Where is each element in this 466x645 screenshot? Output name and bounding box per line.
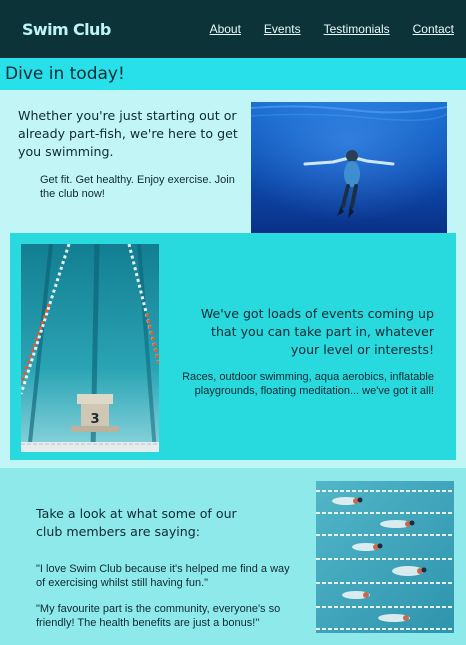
pool-lanes-photo: 3: [21, 244, 159, 452]
events-section: 3 We've got loads of events coming up th…: [0, 233, 466, 468]
nav-link-events[interactable]: Events: [264, 22, 301, 36]
intro-heading: Whether you're just starting out or alre…: [18, 108, 238, 159]
intro-text: Get fit. Get healthy. Enjoy exercise. Jo…: [40, 174, 235, 200]
testimonials-heading: Take a look at what some of our club mem…: [36, 506, 237, 539]
nav-link-contact[interactable]: Contact: [413, 22, 454, 36]
page-title: Dive in today!: [5, 64, 125, 84]
testimonial-quote: "My favourite part is the community, eve…: [36, 603, 281, 629]
diver-photo: [251, 102, 447, 235]
nav-link-about[interactable]: About: [210, 22, 241, 36]
intro-section: Whether you're just starting out or alre…: [0, 90, 466, 235]
events-text: Races, outdoor swimming, aqua aerobics, …: [182, 371, 434, 397]
events-heading: We've got loads of events coming up that…: [200, 306, 434, 357]
swimmers-photo: [316, 481, 454, 633]
hero-banner: Dive in today!: [0, 58, 466, 90]
nav-link-testimonials[interactable]: Testimonials: [324, 22, 390, 36]
brand-logo[interactable]: Swim Club: [22, 20, 111, 39]
testimonial-quote: "I love Swim Club because it's helped me…: [36, 563, 290, 589]
events-panel: 3 We've got loads of events coming up th…: [10, 233, 456, 460]
top-navbar: Swim Club About Events Testimonials Cont…: [0, 0, 466, 58]
nav-links: About Events Testimonials Contact: [187, 22, 454, 36]
starting-block-number: 3: [90, 412, 99, 427]
testimonials-section: Take a look at what some of our club mem…: [0, 468, 466, 633]
